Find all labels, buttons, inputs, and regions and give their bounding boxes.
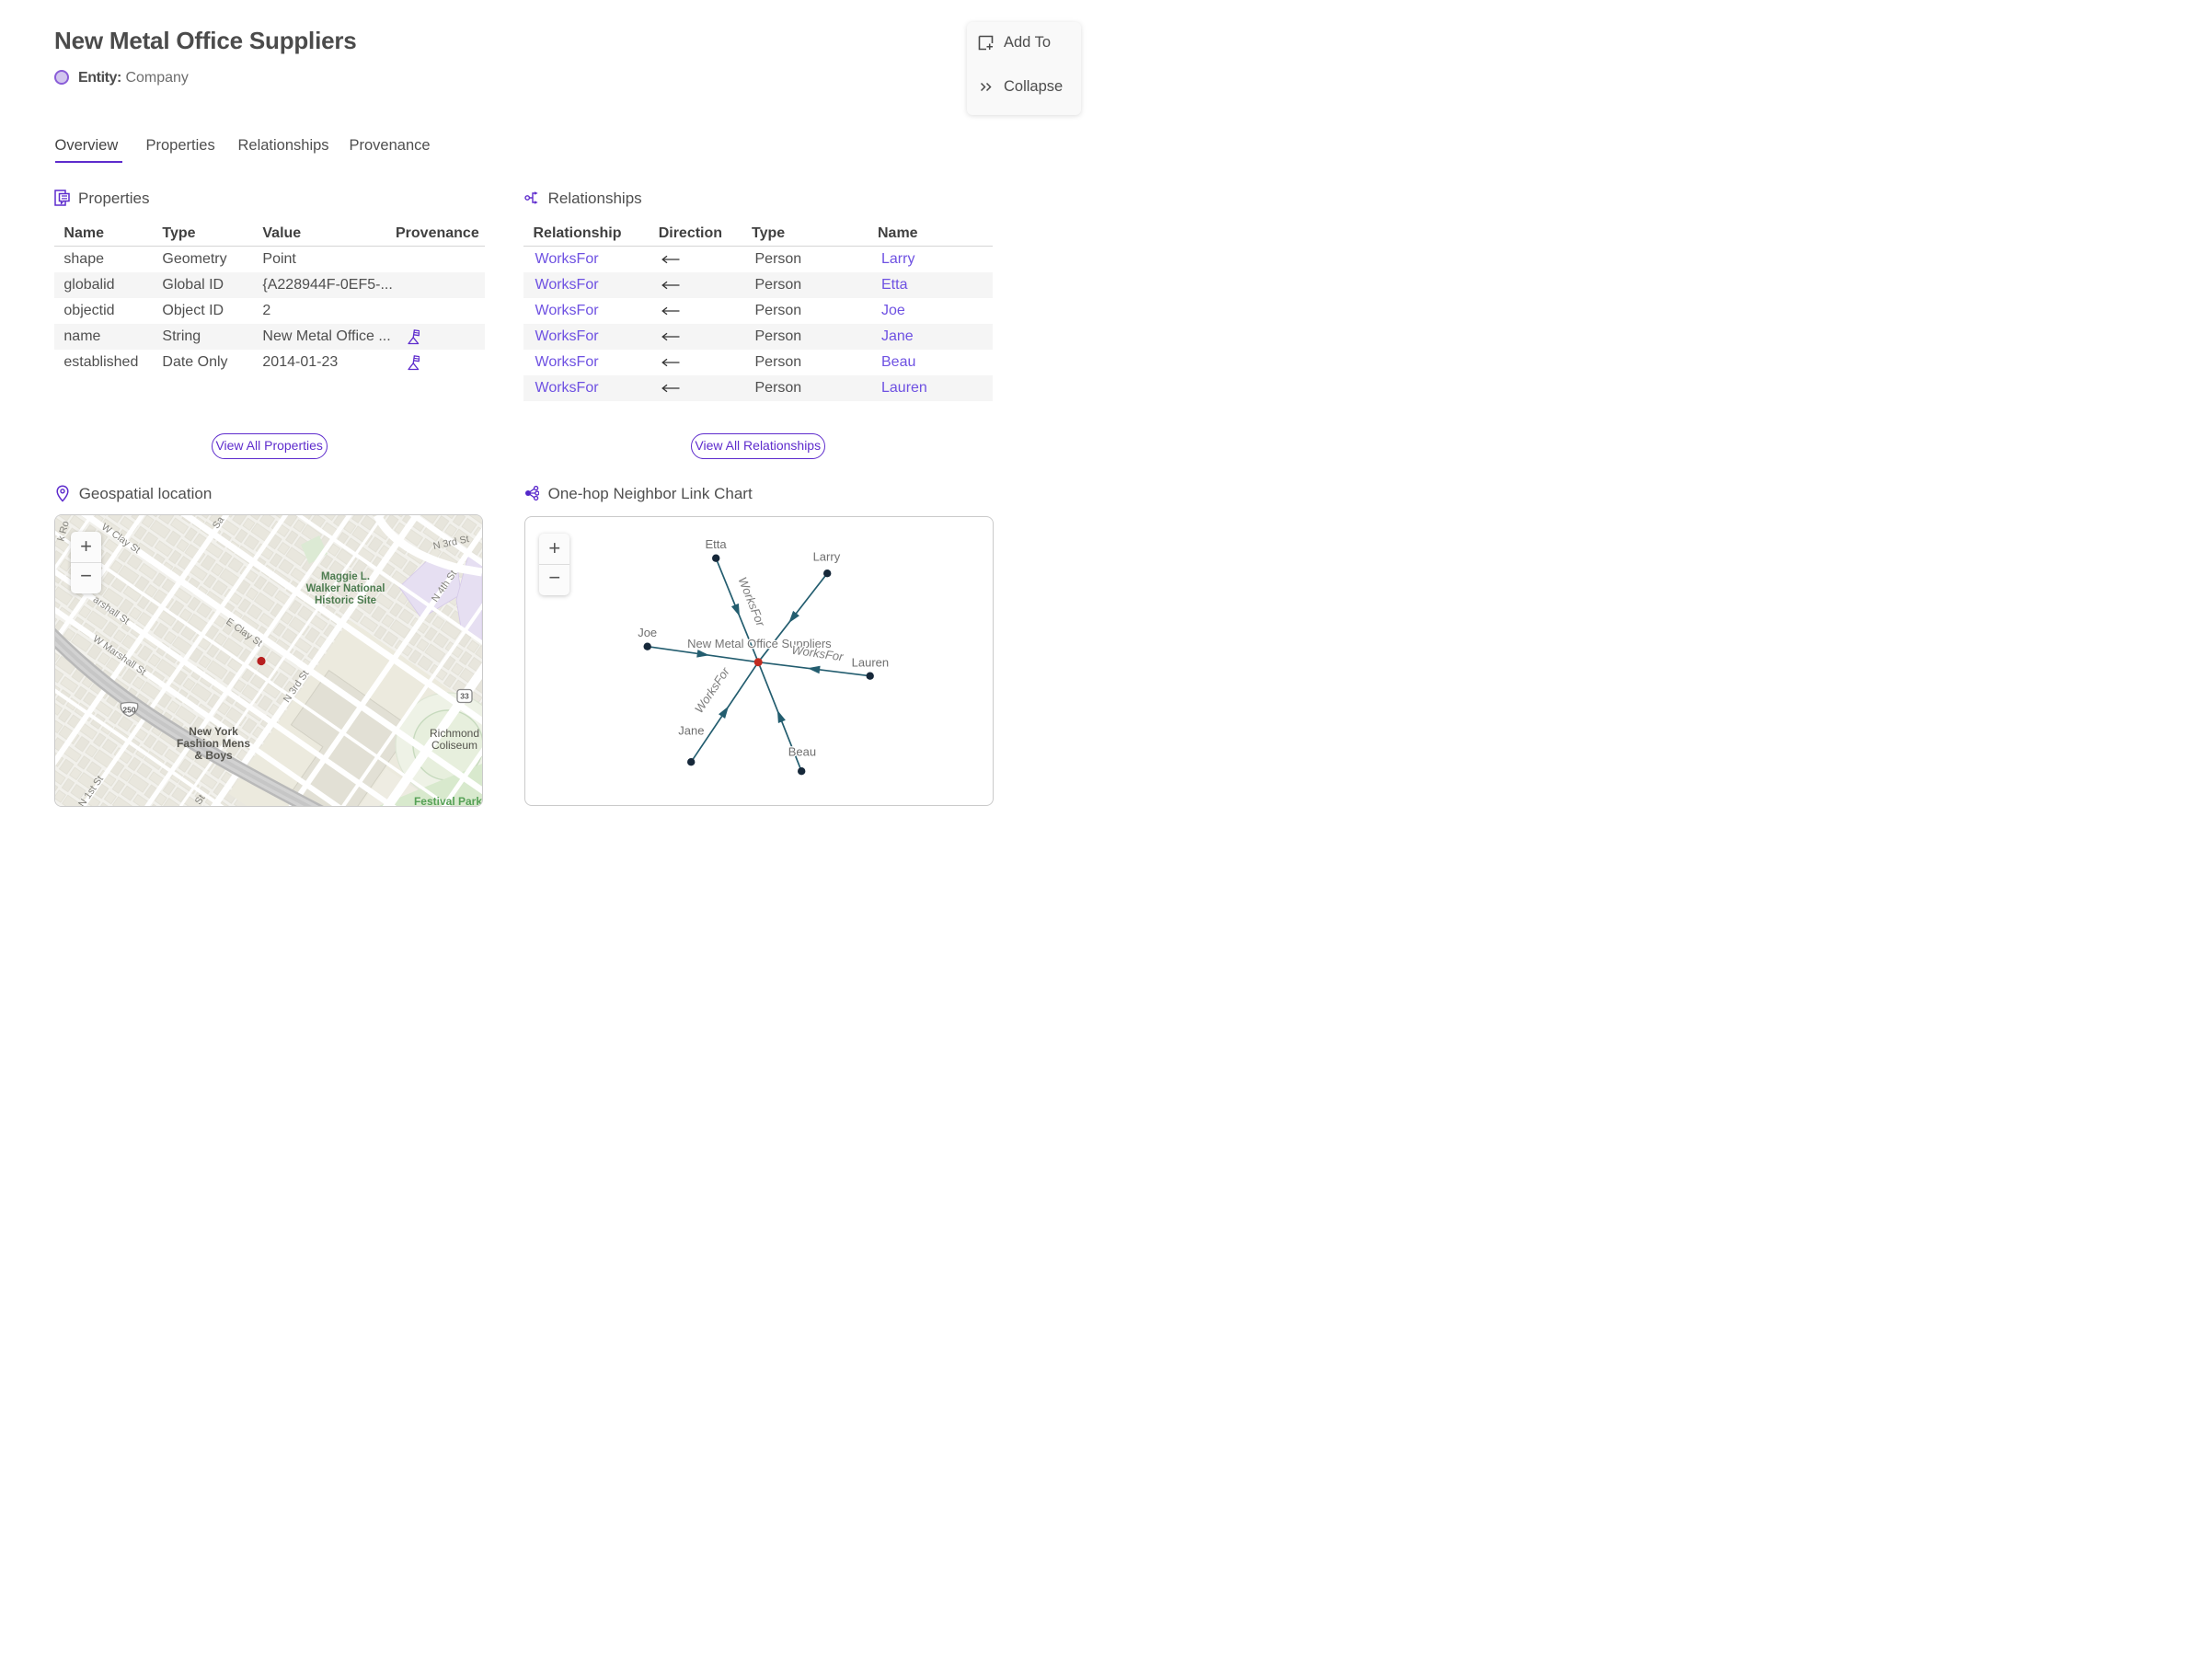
- svg-text:& Boys: & Boys: [194, 749, 233, 762]
- svg-text:33: 33: [460, 692, 469, 701]
- svg-text:Etta: Etta: [706, 537, 728, 551]
- svg-text:Lauren: Lauren: [852, 655, 889, 669]
- svg-text:New York: New York: [189, 725, 238, 738]
- svg-text:Jane: Jane: [679, 723, 705, 737]
- svg-text:Walker National: Walker National: [305, 583, 385, 594]
- svg-text:Joe: Joe: [638, 626, 658, 639]
- svg-text:Richmond: Richmond: [429, 727, 478, 740]
- svg-text:Festival Park: Festival Park: [413, 795, 481, 806]
- svg-text:Maggie L.: Maggie L.: [320, 571, 369, 582]
- svg-text:250: 250: [122, 705, 135, 714]
- svg-text:Fashion Mens: Fashion Mens: [176, 737, 249, 750]
- svg-text:Beau: Beau: [788, 744, 816, 758]
- svg-text:WorksFor: WorksFor: [791, 642, 845, 663]
- svg-text:Larry: Larry: [813, 549, 841, 563]
- svg-text:WorksFor: WorksFor: [736, 575, 768, 628]
- svg-text:Historic Site: Historic Site: [314, 595, 375, 606]
- svg-text:Coliseum: Coliseum: [431, 739, 477, 752]
